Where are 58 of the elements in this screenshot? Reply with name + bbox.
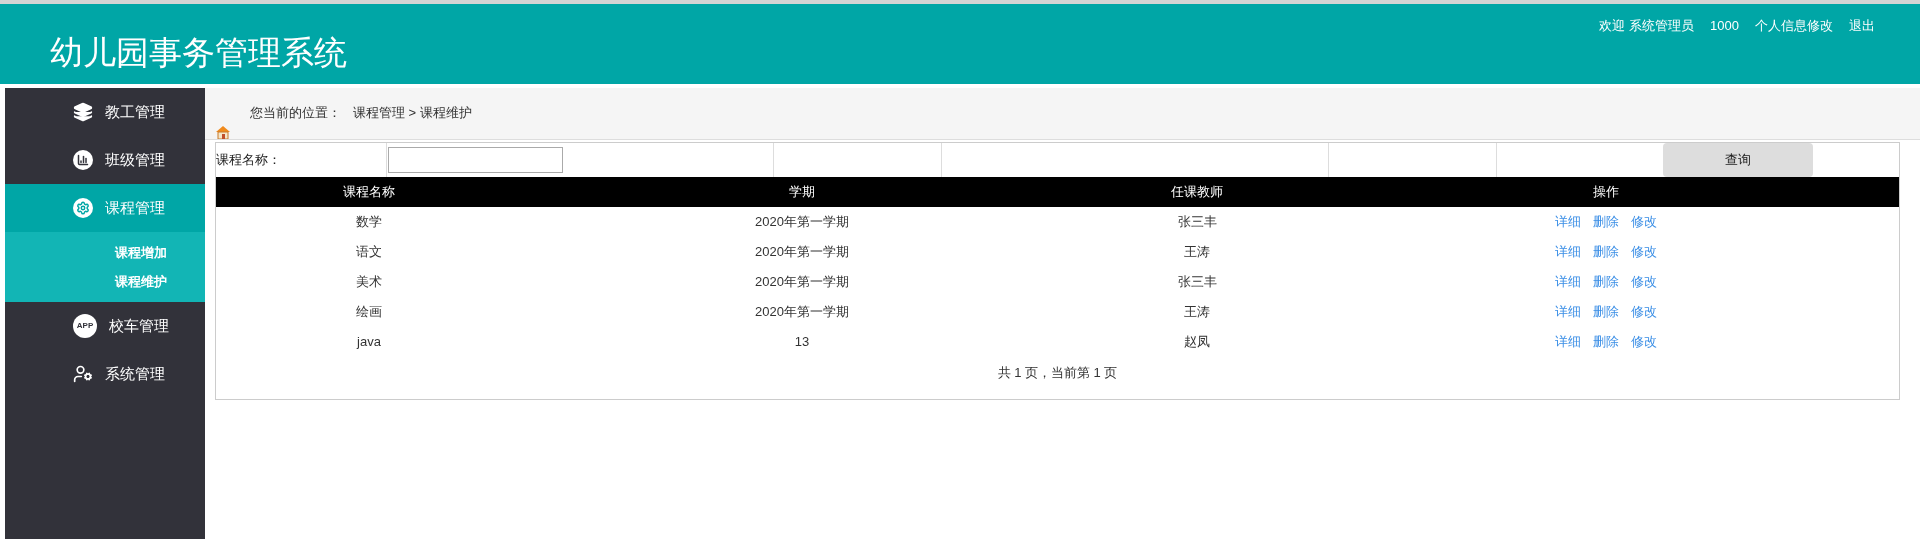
table-cell-text: 语文 bbox=[355, 243, 383, 262]
action-link[interactable]: 修改 bbox=[1630, 332, 1657, 352]
app-title: 幼儿园事务管理系统 bbox=[50, 33, 347, 73]
header-link[interactable]: 退出 bbox=[1849, 16, 1875, 36]
user-gear-icon bbox=[73, 364, 93, 384]
action-link[interactable]: 详细 bbox=[1554, 332, 1581, 352]
table-cell-text: java bbox=[355, 333, 382, 352]
submenu-item[interactable]: 课程维护 bbox=[5, 267, 205, 296]
course-name-field[interactable] bbox=[388, 147, 563, 173]
action-link[interactable]: 删除 bbox=[1592, 302, 1619, 322]
table-cell-text: 美术 bbox=[355, 273, 383, 292]
layers-icon bbox=[73, 102, 93, 122]
bar-chart-icon bbox=[73, 150, 93, 170]
submenu-item[interactable]: 课程增加 bbox=[5, 238, 205, 267]
gear-icon bbox=[73, 198, 93, 218]
header-link[interactable]: 1000 bbox=[1710, 16, 1739, 36]
action-link[interactable]: 修改 bbox=[1630, 302, 1657, 322]
sidebar-item[interactable]: APP 校车管理 bbox=[5, 302, 205, 350]
home-icon bbox=[215, 125, 231, 139]
action-link[interactable]: 详细 bbox=[1554, 242, 1581, 262]
action-link[interactable]: 修改 bbox=[1630, 212, 1657, 232]
table-cell-text: 13 bbox=[793, 333, 811, 352]
table-cell-text: 2020年第一学期 bbox=[754, 243, 850, 262]
table-cell-text: 张三丰 bbox=[1176, 273, 1218, 292]
app-icon: APP bbox=[73, 314, 97, 338]
pagination-text: 共 1 页，当前第 1 页 bbox=[997, 364, 1118, 382]
action-link[interactable]: 删除 bbox=[1592, 272, 1619, 292]
column-header: 课程名称 bbox=[342, 183, 396, 202]
action-link[interactable]: 详细 bbox=[1554, 212, 1581, 232]
header-link[interactable]: 欢迎 系统管理员 bbox=[1599, 16, 1695, 36]
header-link[interactable]: 个人信息修改 bbox=[1755, 16, 1833, 36]
action-link[interactable]: 修改 bbox=[1630, 272, 1657, 292]
action-link[interactable]: 删除 bbox=[1592, 242, 1619, 262]
action-link[interactable]: 详细 bbox=[1554, 302, 1581, 322]
table-cell-text: 数学 bbox=[355, 213, 383, 232]
column-header: 任课教师 bbox=[1170, 183, 1224, 202]
action-link[interactable]: 修改 bbox=[1630, 242, 1657, 262]
sidebar-item[interactable]: 系统管理 bbox=[5, 350, 205, 398]
search-label: 课程名称： bbox=[216, 151, 282, 170]
table-cell-text: 2020年第一学期 bbox=[754, 273, 850, 292]
query-button[interactable]: 查询 bbox=[1663, 143, 1813, 177]
table-cell-text: 张三丰 bbox=[1176, 213, 1218, 232]
breadcrumb-label: 您当前的位置： bbox=[250, 104, 341, 122]
sidebar-item[interactable]: 班级管理 bbox=[5, 136, 205, 184]
table-cell-text: 赵凤 bbox=[1183, 333, 1211, 352]
table-cell-text: 王涛 bbox=[1183, 243, 1211, 262]
table-cell-text: 王涛 bbox=[1183, 303, 1211, 322]
table-cell-text: 2020年第一学期 bbox=[754, 303, 850, 322]
table-cell-text: 绘画 bbox=[355, 303, 383, 322]
breadcrumb-path: 课程管理 > 课程维护 bbox=[353, 104, 472, 122]
action-link[interactable]: 详细 bbox=[1554, 272, 1581, 292]
action-link[interactable]: 删除 bbox=[1592, 332, 1619, 352]
action-link[interactable]: 删除 bbox=[1592, 212, 1619, 232]
sidebar-item[interactable]: 教工管理 bbox=[5, 88, 205, 136]
table-cell-text: 2020年第一学期 bbox=[754, 213, 850, 232]
column-header: 操作 bbox=[1591, 183, 1620, 202]
sidebar-item[interactable]: 课程管理 bbox=[5, 184, 205, 232]
column-header: 学期 bbox=[788, 183, 816, 202]
